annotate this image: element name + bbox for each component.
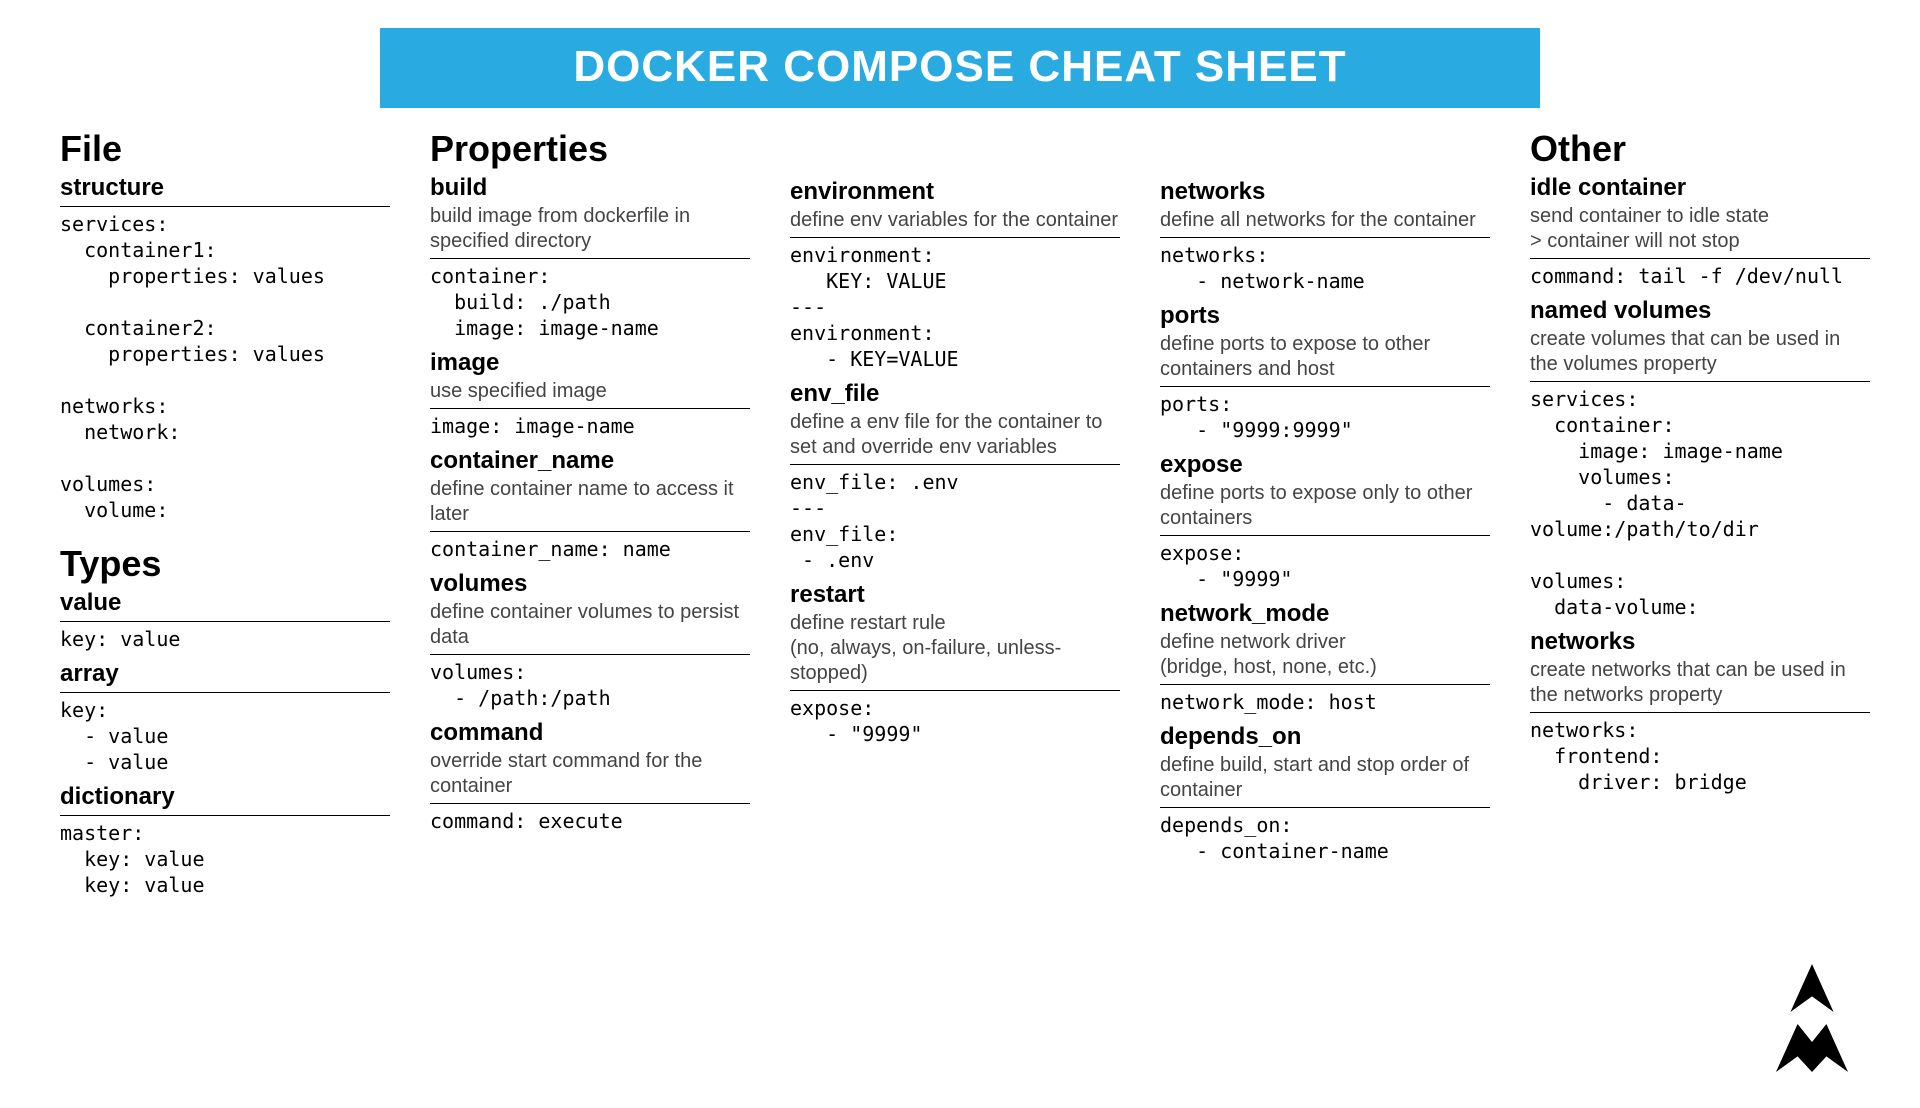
subheading-value: value [60,589,390,617]
subheading-image: image [430,349,750,377]
divider [60,692,390,693]
divider [790,237,1120,238]
desc-expose: define ports to expose only to other con… [1160,481,1490,531]
code-networks-other: networks: frontend: driver: bridge [1530,717,1870,795]
divider [60,815,390,816]
divider [1160,684,1490,685]
subheading-expose: expose [1160,451,1490,479]
desc-build: build image from dockerfile in specified… [430,204,750,254]
code-depends-on: depends_on: - container-name [1160,812,1490,864]
code-networks: networks: - network-name [1160,242,1490,294]
subheading-dictionary: dictionary [60,783,390,811]
subheading-idle-container: idle container [1530,174,1870,202]
divider [1530,381,1870,382]
desc-depends-on: define build, start and stop order of co… [1160,753,1490,803]
heading-types: Types [60,545,390,583]
divider [1530,258,1870,259]
cheat-sheet-grid: File structure services: container1: pro… [0,126,1920,906]
subheading-container-name: container_name [430,447,750,475]
title-banner: DOCKER COMPOSE CHEAT SHEET [380,28,1540,108]
code-command: command: execute [430,808,750,834]
divider [1530,712,1870,713]
desc-command: override start command for the container [430,749,750,799]
desc-restart: define restart rule (no, always, on-fail… [790,611,1120,686]
heading-properties: Properties [430,130,750,168]
desc-networks-other: create networks that can be used in the … [1530,658,1870,708]
subheading-environment: environment [790,178,1120,206]
subheading-array: array [60,660,390,688]
desc-idle-container: send container to idle state > container… [1530,204,1870,254]
code-network-mode: network_mode: host [1160,689,1490,715]
column-properties-2: environment define env variables for the… [790,126,1120,906]
column-other: Other idle container send container to i… [1530,126,1870,906]
subheading-networks-other: networks [1530,628,1870,656]
divider [430,654,750,655]
column-properties-1: Properties build build image from docker… [430,126,750,906]
subheading-command: command [430,719,750,747]
code-environment: environment: KEY: VALUE --- environment:… [790,242,1120,372]
code-image: image: image-name [430,413,750,439]
code-container-name: container_name: name [430,536,750,562]
desc-container-name: define container name to access it later [430,477,750,527]
divider [1160,535,1490,536]
code-env-file: env_file: .env --- env_file: - .env [790,469,1120,573]
subheading-networks: networks [1160,178,1490,206]
divider [1160,386,1490,387]
subheading-volumes: volumes [430,570,750,598]
subheading-network-mode: network_mode [1160,600,1490,628]
divider [430,531,750,532]
divider [1160,237,1490,238]
code-named-volumes: services: container: image: image-name v… [1530,386,1870,620]
code-build: container: build: ./path image: image-na… [430,263,750,341]
code-dictionary: master: key: value key: value [60,820,390,898]
subheading-restart: restart [790,581,1120,609]
heading-file: File [60,130,390,168]
subheading-structure: structure [60,174,390,202]
desc-network-mode: define network driver (bridge, host, non… [1160,630,1490,680]
desc-named-volumes: create volumes that can be used in the v… [1530,327,1870,377]
divider [60,621,390,622]
subheading-depends-on: depends_on [1160,723,1490,751]
desc-environment: define env variables for the container [790,208,1120,233]
code-structure: services: container1: properties: values… [60,211,390,523]
subheading-env-file: env_file [790,380,1120,408]
subheading-named-volumes: named volumes [1530,297,1870,325]
code-ports: ports: - "9999:9999" [1160,391,1490,443]
desc-ports: define ports to expose to other containe… [1160,332,1490,382]
desc-volumes: define container volumes to persist data [430,600,750,650]
desc-env-file: define a env file for the container to s… [790,410,1120,460]
subheading-build: build [430,174,750,202]
subheading-ports: ports [1160,302,1490,330]
divider [430,258,750,259]
divider [1160,807,1490,808]
code-volumes: volumes: - /path:/path [430,659,750,711]
code-restart: expose: - "9999" [790,695,1120,747]
desc-networks: define all networks for the container [1160,208,1490,233]
code-array: key: - value - value [60,697,390,775]
divider [430,803,750,804]
code-idle-container: command: tail -f /dev/null [1530,263,1870,289]
divider [430,408,750,409]
code-value: key: value [60,626,390,652]
column-properties-3: networks define all networks for the con… [1160,126,1490,906]
divider [60,206,390,207]
heading-other: Other [1530,130,1870,168]
brand-logo-icon [1752,958,1872,1078]
code-expose: expose: - "9999" [1160,540,1490,592]
desc-image: use specified image [430,379,750,404]
divider [790,464,1120,465]
column-file-types: File structure services: container1: pro… [60,126,390,906]
divider [790,690,1120,691]
